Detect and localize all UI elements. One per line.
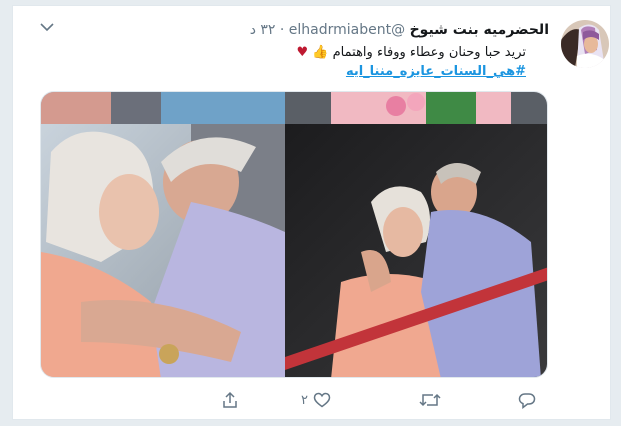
retweet-button[interactable] (419, 390, 441, 410)
thumbs-up-emoji-icon: 👍 (312, 45, 329, 60)
hashtag-link[interactable]: #هي_السنات_عايزه_مننا_ايه (346, 64, 526, 79)
separator-dot: · (279, 22, 285, 38)
reply-icon (518, 393, 536, 409)
tweet-header: الحضرميه بنت شيوخ @elhadrmiabent · ٣٢ د (53, 21, 549, 40)
avatar[interactable] (561, 20, 609, 68)
tweet-text-content: تريد حبا وحنان وعطاء ووفاء واهتمام (332, 45, 526, 60)
tweet-card[interactable]: الحضرميه بنت شيوخ @elhadrmiabent · ٣٢ د … (12, 5, 611, 420)
tweet-text: تريد حبا وحنان وعطاء ووفاء واهتمام 👍 ♥ #… (76, 43, 527, 81)
share-icon (223, 391, 237, 408)
tweet-time[interactable]: ٣٢ د (250, 22, 276, 38)
share-button[interactable] (221, 390, 239, 410)
heart-outline-icon (313, 392, 331, 408)
retweet-icon (419, 393, 441, 407)
tweet-actions: ٢ (13, 390, 612, 414)
like-count: ٢ (301, 392, 308, 408)
user-handle[interactable]: @elhadrmiabent (289, 22, 405, 38)
tweet-media-image[interactable] (40, 91, 548, 378)
display-name[interactable]: الحضرميه بنت شيوخ (410, 22, 549, 38)
like-button[interactable]: ٢ (301, 390, 331, 410)
tweet-text-line: تريد حبا وحنان وعطاء ووفاء واهتمام 👍 ♥ (76, 43, 527, 62)
heart-emoji-icon: ♥ (296, 45, 309, 60)
reply-button[interactable] (518, 390, 536, 410)
